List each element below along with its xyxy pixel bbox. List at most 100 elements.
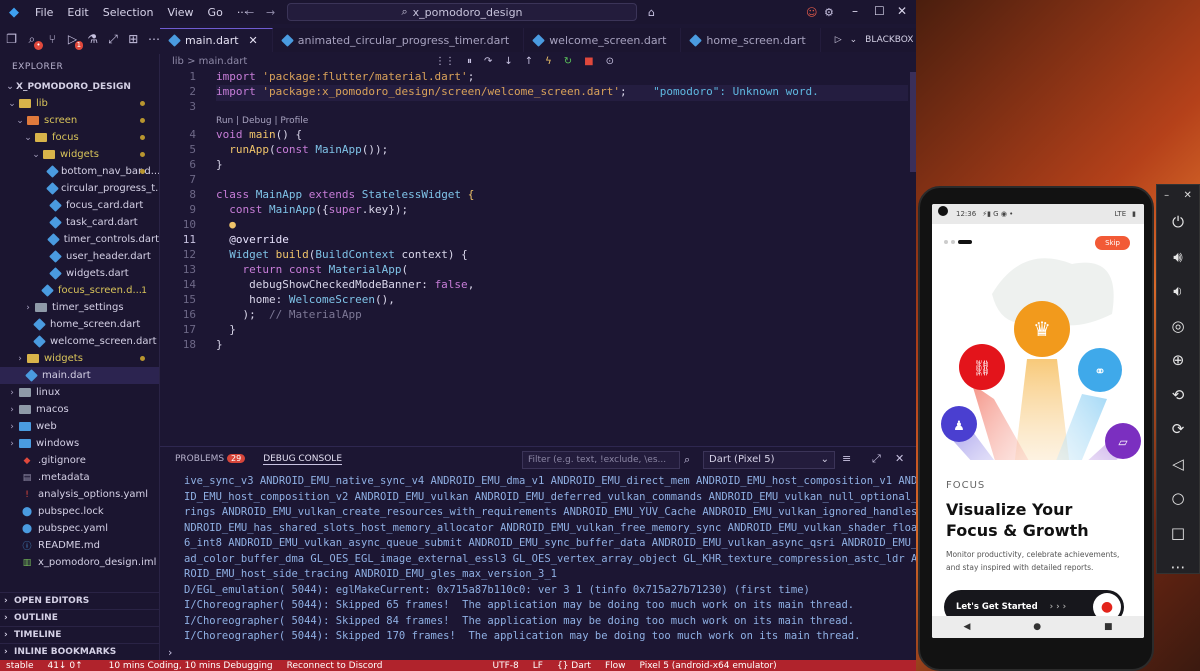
search-view-icon[interactable]: ⌕ • [26,32,43,50]
zoom-icon[interactable]: ⊕ [1157,343,1199,378]
stop-icon[interactable]: ■ [584,56,593,67]
drag-handle-icon[interactable]: ⋮⋮ [435,56,455,67]
copilot-icon[interactable]: ⌂ [648,6,655,19]
tree-item-bottom-nav-bar[interactable]: bottom_nav_bar.d... [0,163,159,180]
hot-reload-icon[interactable]: ϟ [545,56,552,67]
tree-item-main-dart[interactable]: main.dart [0,367,159,384]
tree-item-gitignore[interactable]: ◆ .gitignore [0,452,159,469]
tree-item-windows[interactable]: › windows [0,435,159,452]
tree-item-focus[interactable]: ⌄ focus [0,129,159,146]
tree-item-circular-progress[interactable]: circular_progress_t... [0,180,159,197]
pause-icon[interactable]: ⏸ [467,56,472,67]
overview-icon[interactable]: □ [1157,516,1199,551]
tab-welcome-screen[interactable]: welcome_screen.dart [524,28,682,52]
close-icon[interactable]: ✕ [1183,190,1191,201]
tree-item-web[interactable]: › web [0,418,159,435]
run-debug-icon[interactable]: ▷ 1 [67,32,84,50]
tree-item-metadata[interactable]: ▤ .metadata [0,469,159,486]
source-control-icon[interactable]: ⑂ [47,32,58,46]
tab-main-dart[interactable]: main.dart ✕ [160,28,273,52]
explorer-icon[interactable]: ❐ [6,32,17,46]
close-window-icon[interactable]: ✕ [897,4,907,18]
restart-icon[interactable]: ↻ [564,56,572,67]
code-editor[interactable]: lib > main.dart ⋮⋮ ⏸ ↷ ↓ ↑ ϟ ↻ ■ ⊙ 1 imp… [160,54,916,446]
menu-go[interactable]: Go [201,6,230,19]
rotate-left-icon[interactable]: ⟲ [1157,378,1199,413]
section-inline-bookmarks[interactable]: › INLINE BOOKMARKS [0,643,160,660]
status-branch[interactable]: stable [6,661,33,671]
status-wakatime[interactable]: 10 mins Coding, 10 mins Debugging [109,661,273,671]
tree-item-focus-card[interactable]: focus_card.dart [0,197,159,214]
recents-nav-icon[interactable]: ■ [1104,622,1113,632]
status-eol[interactable]: LF [533,661,543,671]
tree-item-analysis-options[interactable]: ! analysis_options.yaml [0,486,159,503]
section-timeline[interactable]: › TIMELINE [0,626,160,643]
status-discord[interactable]: Reconnect to Discord [287,661,383,671]
status-flow[interactable]: Flow [605,661,626,671]
maximize-panel-icon[interactable]: ⤢ [872,452,881,466]
step-into-icon[interactable]: ↓ [504,56,512,67]
tree-item-user-header[interactable]: user_header.dart [0,248,159,265]
more-views-icon[interactable]: ⋯ [148,32,160,46]
project-root[interactable]: ⌄ X_POMODORO_DESIGN [0,78,159,95]
volume-up-icon[interactable]: 🔊︎ [1157,240,1199,275]
tree-item-widgets-folder[interactable]: › widgets [0,350,159,367]
remote-icon[interactable]: ⤢ [107,32,118,46]
tab-problems[interactable]: PROBLEMS 29 [175,454,246,465]
camera-icon[interactable]: ◎ [1157,309,1199,344]
minimize-icon[interactable]: – [1164,190,1169,201]
vscode-logo-icon[interactable]: ◆ [0,5,28,20]
menu-selection[interactable]: Selection [96,6,161,19]
tree-item-task-card[interactable]: task_card.dart [0,214,159,231]
devtools-icon[interactable]: ⊙ [606,56,614,67]
status-device[interactable]: Pixel 5 (android-x64 emulator) [640,661,777,671]
nav-forward-icon[interactable]: → [266,6,275,19]
tree-item-readme[interactable]: ⓘ README.md [0,537,159,554]
more-icon[interactable]: ⋯ [1157,550,1199,585]
tree-item-home-screen[interactable]: home_screen.dart [0,316,159,333]
tree-item-linux[interactable]: › linux [0,384,159,401]
nav-back-icon[interactable]: ← [245,6,254,19]
tree-item-macos[interactable]: › macos [0,401,159,418]
step-over-icon[interactable]: ↷ [484,56,492,67]
tree-item-screen[interactable]: ⌄ screen [0,112,159,129]
extensions-icon[interactable]: ⊞ [128,32,139,46]
tree-item-welcome-screen[interactable]: welcome_screen.dart [0,333,159,350]
status-encoding[interactable]: UTF-8 [493,661,519,671]
back-icon[interactable]: ◁ [1157,447,1199,482]
debug-session-select[interactable]: Dart (Pixel 5) ⌄ [703,451,835,469]
volume-down-icon[interactable]: 🔉︎ [1157,274,1199,309]
skip-button[interactable]: Skip [1095,236,1130,250]
chevron-down-icon[interactable]: ⌄ [850,35,858,45]
section-outline[interactable]: › OUTLINE [0,609,160,626]
tree-item-widgets-dart[interactable]: widgets.dart [0,265,159,282]
code-lens[interactable]: Run | Debug | Profile [216,116,308,126]
close-panel-icon[interactable]: ✕ [895,452,904,465]
home-icon[interactable]: ○ [1157,481,1199,516]
blackbox-button[interactable]: BLACKBOX [865,35,913,45]
home-nav-icon[interactable]: ● [1033,622,1041,632]
section-open-editors[interactable]: › OPEN EDITORS [0,592,160,609]
breadcrumb[interactable]: lib > main.dart [172,56,247,67]
tree-item-widgets[interactable]: ⌄ widgets [0,146,159,163]
tree-item-timer-controls[interactable]: timer_controls.dart [0,231,159,248]
tree-item-timer-settings[interactable]: › timer_settings [0,299,159,316]
menu-view[interactable]: View [160,6,200,19]
tab-animated-circular-progress[interactable]: animated_circular_progress_timer.dart [273,28,525,52]
accounts-icon[interactable]: ☺ [806,6,817,19]
phone-screen[interactable]: 12:36 ⚡▮ G ◉ • LTE ▮ ♛ ⛓ ⚭ ♟ ▱ Skip FOCU… [932,204,1144,638]
search-icon[interactable]: ⌕ [684,453,690,467]
run-icon[interactable]: ▷ [835,35,842,45]
lightbulb-icon[interactable]: ● [216,218,236,231]
tree-item-pubspec-yaml[interactable]: ⬤ pubspec.yaml [0,520,159,537]
status-language[interactable]: {} Dart [557,661,591,671]
status-sync[interactable]: 41↓ 0↑ [47,661,82,671]
menu-file[interactable]: File [28,6,60,19]
close-tab-icon[interactable]: ✕ [249,34,258,47]
tab-home-screen[interactable]: home_screen.dart [681,28,821,52]
clear-console-icon[interactable]: ≡ [842,452,851,465]
tree-item-focus-screen[interactable]: focus_screen.d... 1 [0,282,159,299]
testing-icon[interactable]: ⚗ [87,32,98,46]
tree-item-pubspec-lock[interactable]: ⬤ pubspec.lock [0,503,159,520]
console-input-chevron-icon[interactable]: › [168,646,172,659]
